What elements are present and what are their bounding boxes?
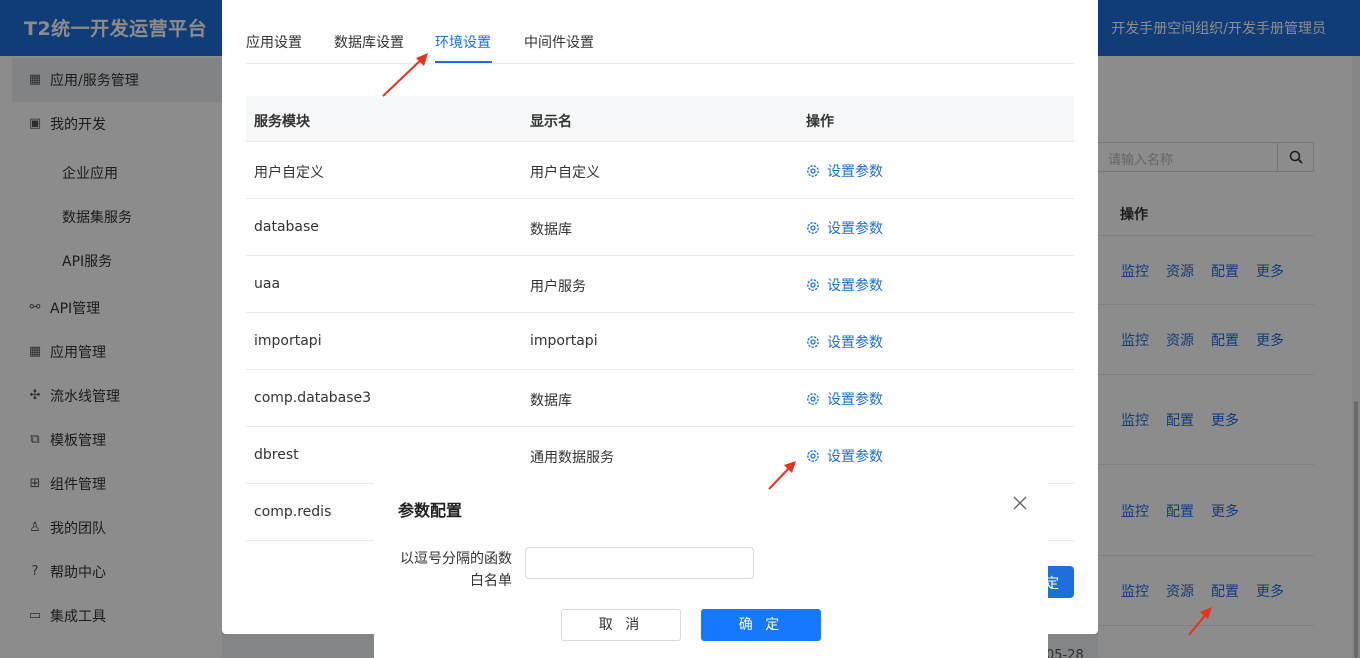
- set-params-link[interactable]: 设置参数: [806, 389, 883, 409]
- set-params-label: 设置参数: [827, 392, 883, 408]
- cell-display: 用户自定义: [530, 165, 600, 181]
- set-params-label: 设置参数: [827, 221, 883, 237]
- tab-env-settings[interactable]: 环境设置: [435, 32, 491, 52]
- active-tab-indicator: [435, 61, 492, 63]
- tab-app-settings[interactable]: 应用设置: [246, 32, 302, 52]
- cell-display: importapi: [530, 333, 598, 349]
- whitelist-label-line2: 白名单: [470, 573, 512, 589]
- set-params-link[interactable]: 设置参数: [806, 332, 883, 352]
- table-row: database 数据库 设置参数: [246, 199, 1074, 256]
- set-params-label: 设置参数: [827, 449, 883, 465]
- set-params-label: 设置参数: [827, 335, 883, 351]
- cancel-button[interactable]: 取 消: [561, 609, 681, 641]
- set-params-link[interactable]: 设置参数: [806, 161, 883, 181]
- set-params-link[interactable]: 设置参数: [806, 275, 883, 295]
- column-header-display: 显示名: [530, 114, 572, 130]
- cell-display: 数据库: [530, 393, 572, 409]
- close-icon: [1013, 496, 1027, 510]
- whitelist-label-line1: 以逗号分隔的函数: [400, 551, 512, 567]
- gear-icon: [807, 165, 819, 177]
- table-row: comp.database3 数据库 设置参数: [246, 370, 1074, 427]
- cell-module: importapi: [254, 333, 322, 349]
- cell-display: 通用数据服务: [530, 450, 614, 466]
- column-header-module: 服务模块: [254, 114, 310, 130]
- whitelist-field-label: 以逗号分隔的函数 白名单: [388, 548, 512, 592]
- cell-module: database: [254, 219, 319, 235]
- close-button[interactable]: [1010, 493, 1030, 513]
- dialog-title: 参数配置: [398, 501, 463, 520]
- column-header-action: 操作: [806, 114, 834, 130]
- param-config-dialog: 参数配置 以逗号分隔的函数 白名单 取 消 确 定: [374, 475, 1048, 658]
- cell-display: 用户服务: [530, 279, 586, 295]
- cell-module: dbrest: [254, 447, 299, 463]
- gear-icon: [807, 336, 819, 348]
- cell-module: comp.database3: [254, 390, 372, 406]
- gear-icon: [807, 450, 819, 462]
- gear-icon: [807, 222, 819, 234]
- settings-tabs: 应用设置 数据库设置 环境设置 中间件设置: [246, 0, 1074, 64]
- tab-db-settings[interactable]: 数据库设置: [334, 32, 404, 52]
- table-row: uaa 用户服务 设置参数: [246, 256, 1074, 313]
- tab-middleware-settings[interactable]: 中间件设置: [524, 32, 594, 52]
- whitelist-input[interactable]: [525, 547, 754, 579]
- set-params-label: 设置参数: [827, 164, 883, 180]
- gear-icon: [807, 393, 819, 405]
- table-row: importapi importapi 设置参数: [246, 313, 1074, 370]
- set-params-link[interactable]: 设置参数: [806, 446, 883, 466]
- table-row: 用户自定义 用户自定义 设置参数: [246, 142, 1074, 199]
- table-header: 服务模块 显示名 操作: [246, 96, 1074, 142]
- cell-module: 用户自定义: [254, 165, 324, 181]
- cell-module: uaa: [254, 276, 281, 292]
- set-params-link[interactable]: 设置参数: [806, 218, 883, 238]
- cell-display: 数据库: [530, 222, 572, 238]
- cell-module: comp.redis: [254, 504, 332, 520]
- gear-icon: [807, 279, 819, 291]
- confirm-button[interactable]: 确 定: [701, 609, 821, 641]
- set-params-label: 设置参数: [827, 278, 883, 294]
